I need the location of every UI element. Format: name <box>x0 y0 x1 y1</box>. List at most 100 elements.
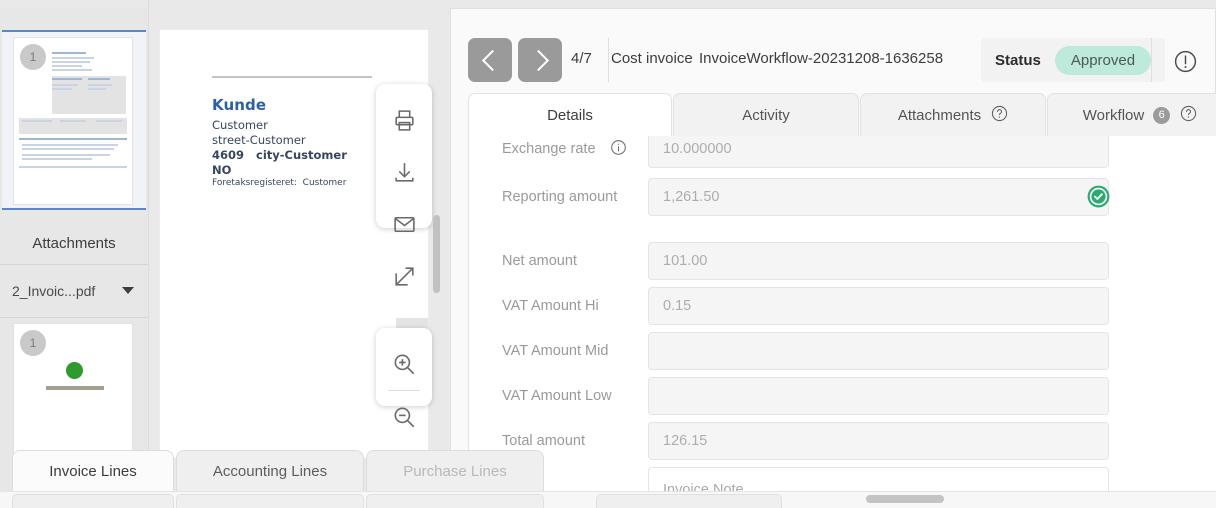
document-heading: Kunde <box>212 96 266 114</box>
record-page-index: 4/7 <box>571 50 592 67</box>
bottom-chip-4 <box>596 494 782 508</box>
thumbnail-attachment-page-1[interactable]: 1 <box>2 320 146 458</box>
zoom-out-icon[interactable] <box>376 391 432 443</box>
viewer-left-border <box>148 0 149 508</box>
document-scrollbar-track[interactable] <box>431 30 440 458</box>
thumbnail-attachment-page-number: 1 <box>20 330 46 356</box>
document-line-2: street-Customer <box>212 133 306 147</box>
tab-bar: Details Activity Attachments <box>451 93 1216 136</box>
horizontal-scrollbar-thumb[interactable] <box>866 495 944 503</box>
field-input-reporting-amount[interactable]: 1,261.50 <box>648 178 1109 216</box>
status-label: Status <box>995 52 1041 69</box>
details-tab-content: Exchange rate 10.000000 Reporting amount… <box>468 136 1216 508</box>
help-icon[interactable] <box>1180 105 1197 126</box>
zoom-in-icon[interactable] <box>376 338 432 390</box>
field-label-net-amount: Net amount <box>502 253 577 269</box>
green-status-dot-icon <box>66 362 83 379</box>
print-icon[interactable] <box>376 94 432 146</box>
status-badge: Approved <box>1055 46 1151 75</box>
attachments-section-header: Attachments <box>0 222 148 264</box>
tab-activity[interactable]: Activity <box>673 93 859 136</box>
document-line-4: NO <box>212 163 231 177</box>
thumbnail-caption-text <box>46 386 104 390</box>
document-zoom-palette <box>376 328 432 406</box>
next-record-button[interactable] <box>518 38 562 82</box>
bottom-tab-bar: Invoice Lines Accounting Lines Purchase … <box>0 450 560 492</box>
document-actions-palette <box>376 84 432 228</box>
tab-details-label: Details <box>547 107 593 124</box>
bottom-tab-invoice-lines[interactable]: Invoice Lines <box>12 450 174 492</box>
previous-record-button[interactable] <box>468 38 512 82</box>
thumbnail-page-1[interactable]: 1 <box>2 30 146 210</box>
field-label-vat-amount-low: VAT Amount Low <box>502 388 612 404</box>
document-registry-line: Foretaksregisteret: Customer <box>212 178 346 188</box>
bottom-chip-1 <box>12 494 174 508</box>
application-window: 1 <box>0 0 1216 508</box>
tab-attachments-label: Attachments <box>898 107 981 124</box>
details-panel: 4/7 Cost invoice InvoiceWorkflow-2023120… <box>440 0 1216 508</box>
document-line-3: 4609 city-Customer <box>212 148 347 162</box>
document-rule <box>212 76 372 78</box>
bottom-tab-accounting-lines[interactable]: Accounting Lines <box>176 450 364 492</box>
field-label-total-amount: Total amount <box>502 433 585 449</box>
bottom-chip-3 <box>366 494 544 508</box>
attachment-selector[interactable]: 2_Invoic...pdf <box>0 265 148 317</box>
rail-top-padding <box>0 0 148 8</box>
email-icon[interactable] <box>376 198 432 250</box>
tab-attachments[interactable]: Attachments <box>860 93 1046 136</box>
chevron-down-icon[interactable] <box>122 287 134 294</box>
attachment-file-name: 2_Invoic...pdf <box>12 283 95 299</box>
field-input-exchange-rate[interactable]: 10.000000 <box>648 136 1109 168</box>
field-label-vat-amount-mid: VAT Amount Mid <box>502 343 608 359</box>
thumbnail-preview-invoice: 1 <box>14 38 132 204</box>
field-row-reporting-amount: Reporting amount 1,261.50 <box>469 178 1189 223</box>
bottom-tab-accounting-lines-label: Accounting Lines <box>213 463 327 480</box>
chevron-left-icon <box>481 49 502 70</box>
bottom-tab-purchase-lines[interactable]: Purchase Lines <box>366 450 544 492</box>
field-input-vat-amount-mid[interactable] <box>648 332 1109 370</box>
field-row-exchange-rate: Exchange rate 10.000000 <box>469 136 1189 175</box>
field-label-exchange-rate: Exchange rate <box>502 141 596 157</box>
bottom-status-strip <box>0 491 1216 508</box>
bottom-chip-2 <box>176 494 364 508</box>
help-icon[interactable] <box>991 105 1008 126</box>
document-line-1: Customer <box>212 118 268 132</box>
field-label-reporting-amount: Reporting amount <box>502 189 617 205</box>
tab-workflow-label: Workflow <box>1083 107 1144 124</box>
exclamation-circle-icon[interactable] <box>1173 49 1198 79</box>
field-label-vat-amount-hi: VAT Amount Hi <box>502 298 599 314</box>
download-icon[interactable] <box>376 146 432 198</box>
bottom-tab-invoice-lines-label: Invoice Lines <box>49 463 137 480</box>
field-row-vat-amount-hi: VAT Amount Hi 0.15 <box>469 287 1189 332</box>
details-panel-card: 4/7 Cost invoice InvoiceWorkflow-2023120… <box>450 8 1216 508</box>
tab-details[interactable]: Details <box>468 93 672 136</box>
field-input-vat-amount-hi[interactable]: 0.15 <box>648 287 1109 325</box>
tab-workflow[interactable]: Workflow 6 <box>1047 93 1216 136</box>
document-type-label: Cost invoice <box>611 50 693 67</box>
thumbnail-page-number: 1 <box>20 44 46 70</box>
record-header: 4/7 Cost invoice InvoiceWorkflow-2023120… <box>451 9 1215 93</box>
tab-activity-label: Activity <box>742 107 790 124</box>
field-row-vat-amount-low: VAT Amount Low <box>469 377 1189 422</box>
status-container: Status Approved <box>981 38 1165 82</box>
thumbnail-rail: 1 <box>0 0 148 508</box>
field-input-total-amount[interactable]: 126.15 <box>648 422 1109 460</box>
field-input-vat-amount-low[interactable] <box>648 377 1109 415</box>
document-number-label: InvoiceWorkflow-20231208-1636258 <box>699 50 943 67</box>
attachments-divider-2 <box>0 317 148 318</box>
field-input-net-amount[interactable]: 101.00 <box>648 242 1109 280</box>
header-divider-2 <box>1151 38 1152 82</box>
field-row-net-amount: Net amount 101.00 <box>469 242 1189 287</box>
info-icon[interactable] <box>610 139 627 161</box>
validated-check-icon <box>1086 184 1111 209</box>
workflow-count-badge: 6 <box>1153 107 1170 124</box>
bottom-tab-purchase-lines-label: Purchase Lines <box>403 463 506 480</box>
chevron-right-icon <box>527 49 548 70</box>
open-external-icon[interactable] <box>376 250 432 302</box>
field-row-total-amount: Total amount 126.15 <box>469 422 1189 467</box>
thumbnail-preview-attachment: 1 <box>14 324 132 458</box>
document-viewer: Kunde Customer street-Customer 4609 city… <box>148 0 440 508</box>
document-scrollbar-thumb[interactable] <box>433 215 440 293</box>
header-divider-1 <box>608 38 609 82</box>
field-row-vat-amount-mid: VAT Amount Mid <box>469 332 1189 377</box>
